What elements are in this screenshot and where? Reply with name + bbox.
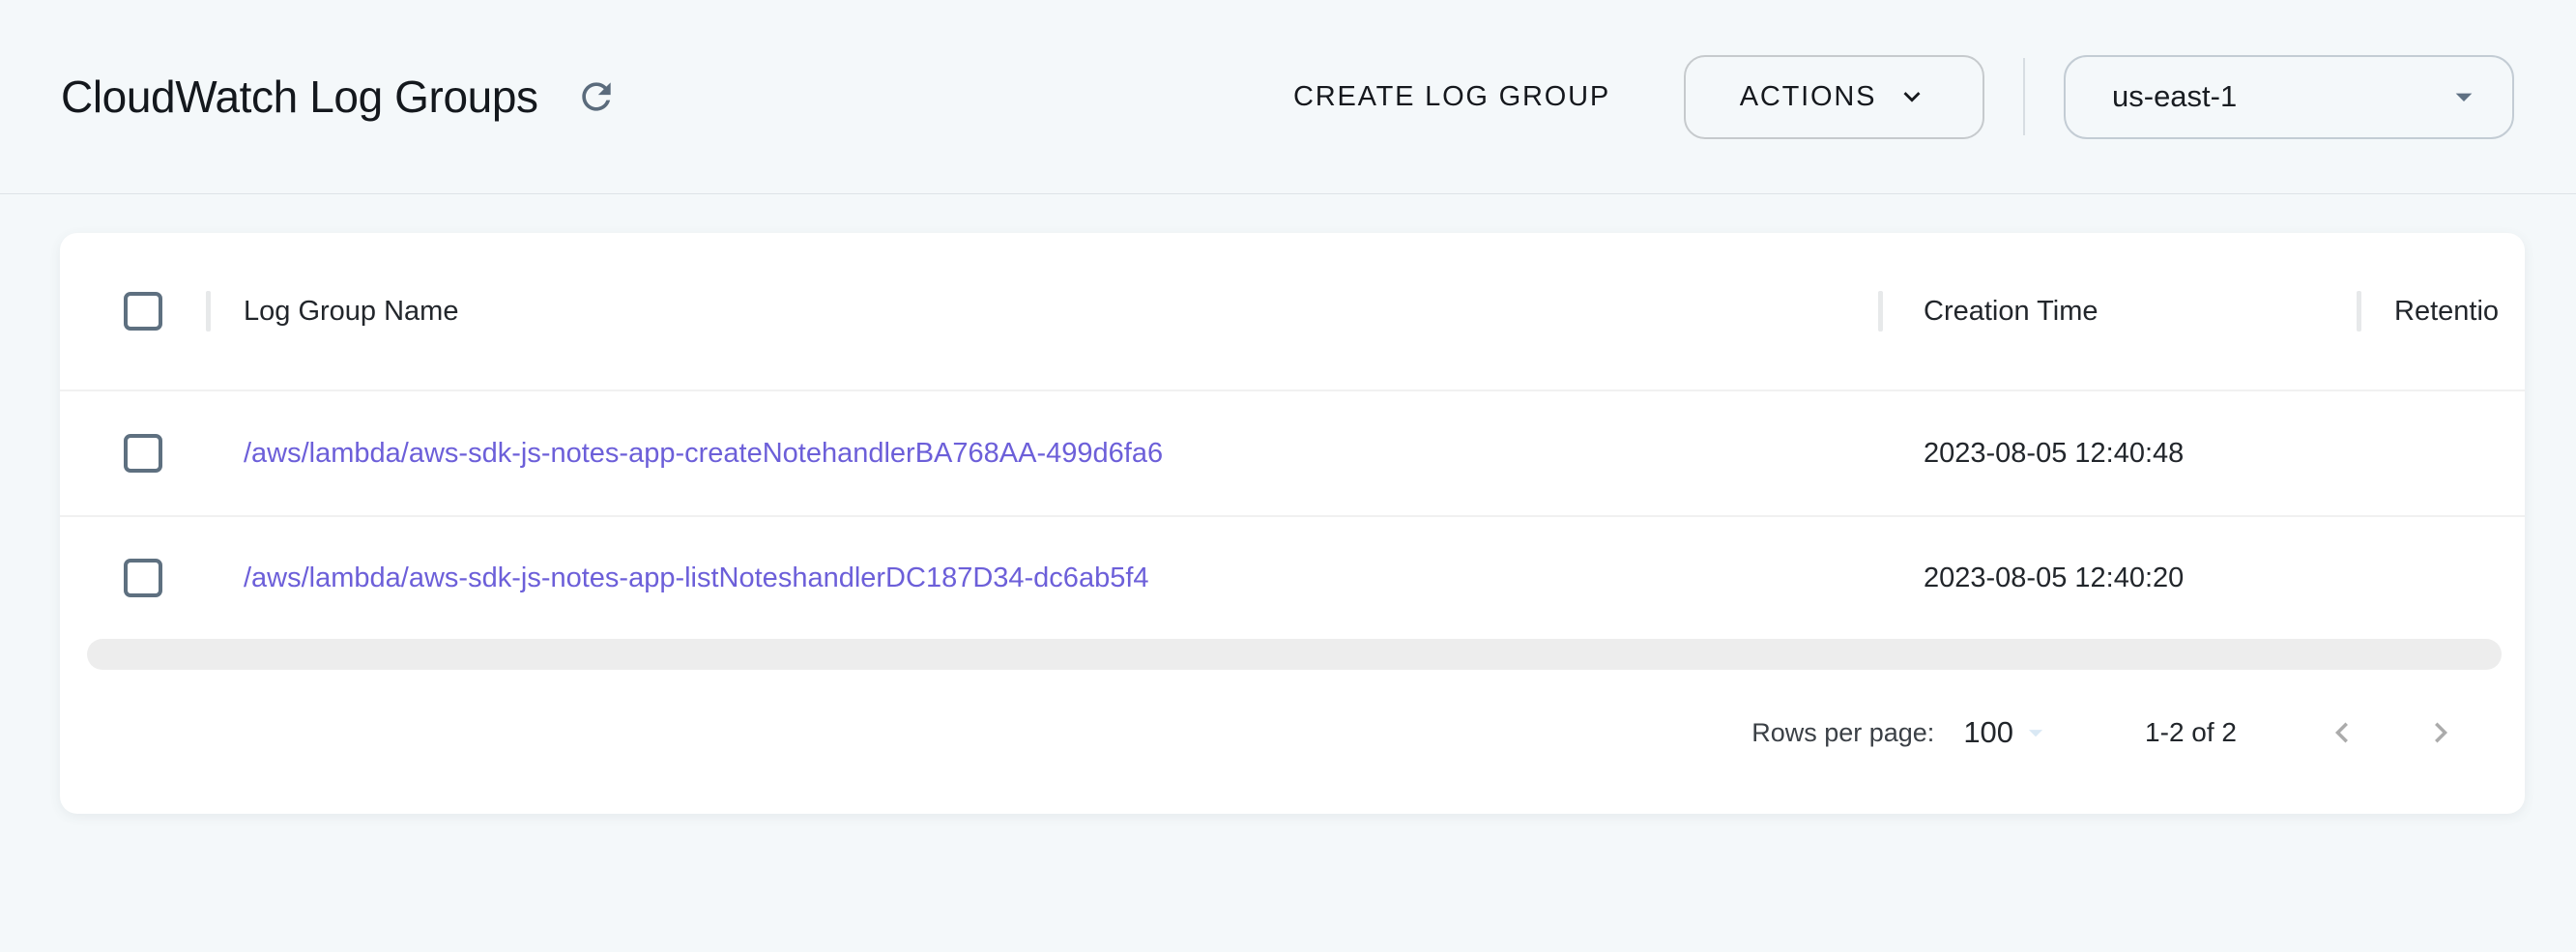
header-actions: CREATE LOG GROUP ACTIONS us-east-1	[1280, 55, 2514, 139]
retention-cell	[2357, 517, 2525, 639]
row-checkbox[interactable]	[124, 559, 162, 597]
dropdown-arrow-icon	[2019, 716, 2052, 749]
column-divider	[206, 291, 211, 332]
row-checkbox-cell	[60, 517, 206, 639]
rows-per-page-select[interactable]: 100	[1963, 715, 2052, 750]
create-log-group-button[interactable]: CREATE LOG GROUP	[1280, 72, 1624, 123]
column-header-retention: Retentio	[2357, 233, 2525, 389]
table-row: /aws/lambda/aws-sdk-js-notes-app-listNot…	[60, 517, 2525, 639]
next-page-button[interactable]	[2420, 712, 2461, 753]
header-checkbox-cell	[60, 233, 206, 389]
region-select-value: us-east-1	[2112, 79, 2237, 114]
column-header-creation-time: Creation Time	[1878, 233, 2357, 389]
creation-time-cell: 2023-08-05 12:40:48	[1878, 391, 2357, 515]
column-header-label: Creation Time	[1924, 296, 2098, 328]
actions-button-label: ACTIONS	[1740, 81, 1877, 113]
pagination: Rows per page: 100 1-2 of 2	[60, 670, 2525, 795]
row-checkbox-cell	[60, 391, 206, 515]
refresh-icon	[575, 75, 618, 118]
region-select[interactable]: us-east-1	[2064, 55, 2514, 139]
dropdown-arrow-icon	[2445, 77, 2483, 116]
previous-page-button[interactable]	[2322, 712, 2362, 753]
actions-button[interactable]: ACTIONS	[1684, 55, 1984, 139]
chevron-down-icon	[1896, 80, 1928, 113]
creation-time-value: 2023-08-05 12:40:48	[1924, 438, 2184, 470]
table-header-row: Log Group Name Creation Time Retentio	[60, 233, 2525, 391]
title-wrap: CloudWatch Log Groups	[61, 71, 618, 123]
rows-per-page-label: Rows per page:	[1751, 718, 1934, 748]
page-title: CloudWatch Log Groups	[61, 71, 538, 123]
log-group-name-cell: /aws/lambda/aws-sdk-js-notes-app-listNot…	[206, 517, 1878, 639]
column-divider	[2357, 291, 2361, 332]
log-group-link[interactable]: /aws/lambda/aws-sdk-js-notes-app-listNot…	[244, 563, 1149, 594]
column-header-label: Retentio	[2394, 296, 2499, 328]
column-header-log-group-name: Log Group Name	[206, 233, 1878, 389]
table-row: /aws/lambda/aws-sdk-js-notes-app-createN…	[60, 391, 2525, 517]
refresh-button[interactable]	[575, 75, 618, 118]
retention-cell	[2357, 391, 2525, 515]
row-checkbox[interactable]	[124, 434, 162, 473]
column-header-label: Log Group Name	[244, 296, 458, 328]
chevron-right-icon	[2420, 712, 2461, 753]
log-group-name-cell: /aws/lambda/aws-sdk-js-notes-app-createN…	[206, 391, 1878, 515]
creation-time-cell: 2023-08-05 12:40:20	[1878, 517, 2357, 639]
header-divider	[2023, 58, 2025, 135]
rows-per-page-value: 100	[1963, 715, 2013, 750]
page-range-label: 1-2 of 2	[2145, 717, 2237, 748]
chevron-left-icon	[2322, 712, 2362, 753]
log-groups-card: Log Group Name Creation Time Retentio /a…	[60, 233, 2525, 814]
horizontal-scrollbar[interactable]	[87, 639, 2502, 670]
main-content: Log Group Name Creation Time Retentio /a…	[0, 233, 2576, 814]
select-all-checkbox[interactable]	[124, 292, 162, 331]
log-group-link[interactable]: /aws/lambda/aws-sdk-js-notes-app-createN…	[244, 438, 1163, 470]
creation-time-value: 2023-08-05 12:40:20	[1924, 563, 2184, 594]
page-header: CloudWatch Log Groups CREATE LOG GROUP A…	[0, 0, 2576, 194]
column-divider	[1878, 291, 1883, 332]
